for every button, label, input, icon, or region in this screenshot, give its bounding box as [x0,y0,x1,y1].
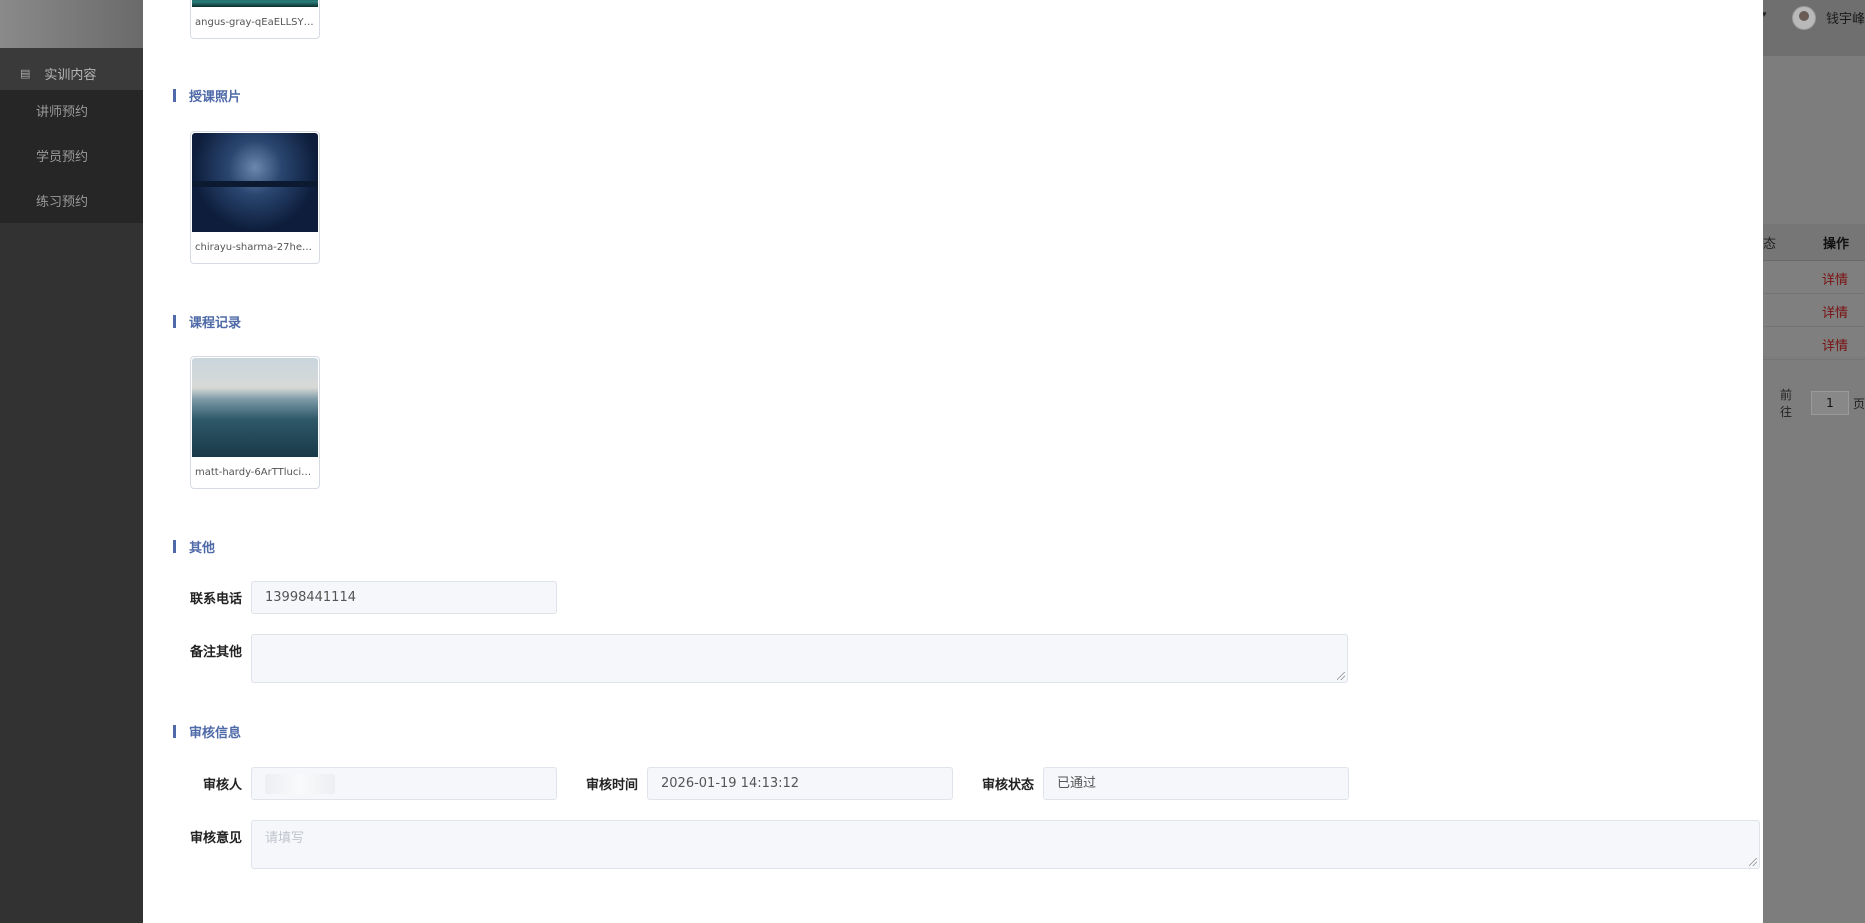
table-header-status: 态 [1763,236,1777,252]
table-row: 详情 [1762,327,1865,360]
review-time-field[interactable]: 2026-01-19 14:13:12 [647,767,953,800]
detail-link[interactable]: 详情 [1822,302,1848,321]
section-title-review: 审核信息 [173,722,241,741]
review-status-label: 审核状态 [982,778,1035,793]
review-status-field[interactable]: 已通过 [1043,767,1349,800]
table-header-actions: 操作 [1823,236,1850,252]
section-title-course-records: 课程记录 [173,312,241,331]
table-row: 详情 [1762,294,1865,327]
background-table: 态 操作 详情 详情 详情 [1762,224,1865,360]
resize-handle-icon[interactable] [1749,858,1757,866]
reviewer-label: 审核人 [203,778,243,793]
review-opinion-textarea[interactable]: 请填写 [251,820,1760,869]
redacted-name [265,774,335,794]
review-time-label: 审核时间 [586,778,639,793]
brand-logo [0,0,143,48]
attachment-card[interactable]: chirayu-sharma-27heHQl... [190,131,320,264]
section-title-teaching-photos: 授课照片 [173,86,241,105]
resize-handle-icon[interactable] [1337,672,1345,680]
detail-link[interactable]: 详情 [1822,335,1848,354]
section-title-text: 课程记录 [189,316,242,331]
attachment-card[interactable]: matt-hardy-6ArTTluciuA-... [190,356,320,489]
goto-label: 前往 [1780,388,1793,419]
attachment-filename: angus-gray-qEaELLSYZ... [195,17,319,28]
pagination-jumper: 前往 1 页 [1780,386,1865,420]
review-opinion-placeholder: 请填写 [265,831,305,846]
username[interactable]: 钱宇峰 [1826,8,1865,27]
sidebar: ▤ 实训内容 讲师预约 学员预约 练习预约 [0,0,143,923]
sidebar-group-label: 实训内容 [44,67,97,83]
attachment-card[interactable]: angus-gray-qEaELLSYZ... [190,0,320,39]
menu-icon: ▤ [20,66,31,80]
phone-field[interactable]: 13998441114 [251,581,557,614]
remarks-label: 备注其他 [190,645,243,660]
sidebar-empty-area [0,223,143,923]
phone-label: 联系电话 [190,592,243,607]
section-title-text: 审核信息 [189,726,242,741]
remarks-textarea[interactable] [251,634,1348,683]
attachment-filename: chirayu-sharma-27heHQl... [195,242,319,253]
section-title-text: 授课照片 [189,90,242,105]
sidebar-group-training[interactable]: ▤ 实训内容 [0,48,143,90]
review-opinion-label: 审核意见 [190,831,243,846]
page-suffix: 页 [1852,396,1865,411]
attachment-image [192,133,318,232]
attachment-filename: matt-hardy-6ArTTluciuA-... [195,467,319,478]
section-title-other: 其他 [173,537,215,556]
sidebar-item-practice-booking[interactable]: 练习预约 [0,180,143,225]
attachment-image [192,358,318,457]
table-header: 态 操作 [1762,224,1865,261]
attachment-image [192,0,318,7]
reviewer-field[interactable] [251,767,557,800]
avatar[interactable] [1792,6,1816,30]
detail-drawer: angus-gray-qEaELLSYZ... 授课照片 chirayu-sha… [143,0,1763,923]
sidebar-submenu: 讲师预约 学员预约 练习预约 [0,90,143,225]
detail-link[interactable]: 详情 [1822,269,1848,288]
table-row: 详情 [1762,261,1865,294]
sidebar-item-instructor-booking[interactable]: 讲师预约 [0,90,143,135]
page-number-input[interactable]: 1 [1810,391,1849,415]
section-title-text: 其他 [189,541,216,556]
sidebar-item-student-booking[interactable]: 学员预约 [0,135,143,180]
